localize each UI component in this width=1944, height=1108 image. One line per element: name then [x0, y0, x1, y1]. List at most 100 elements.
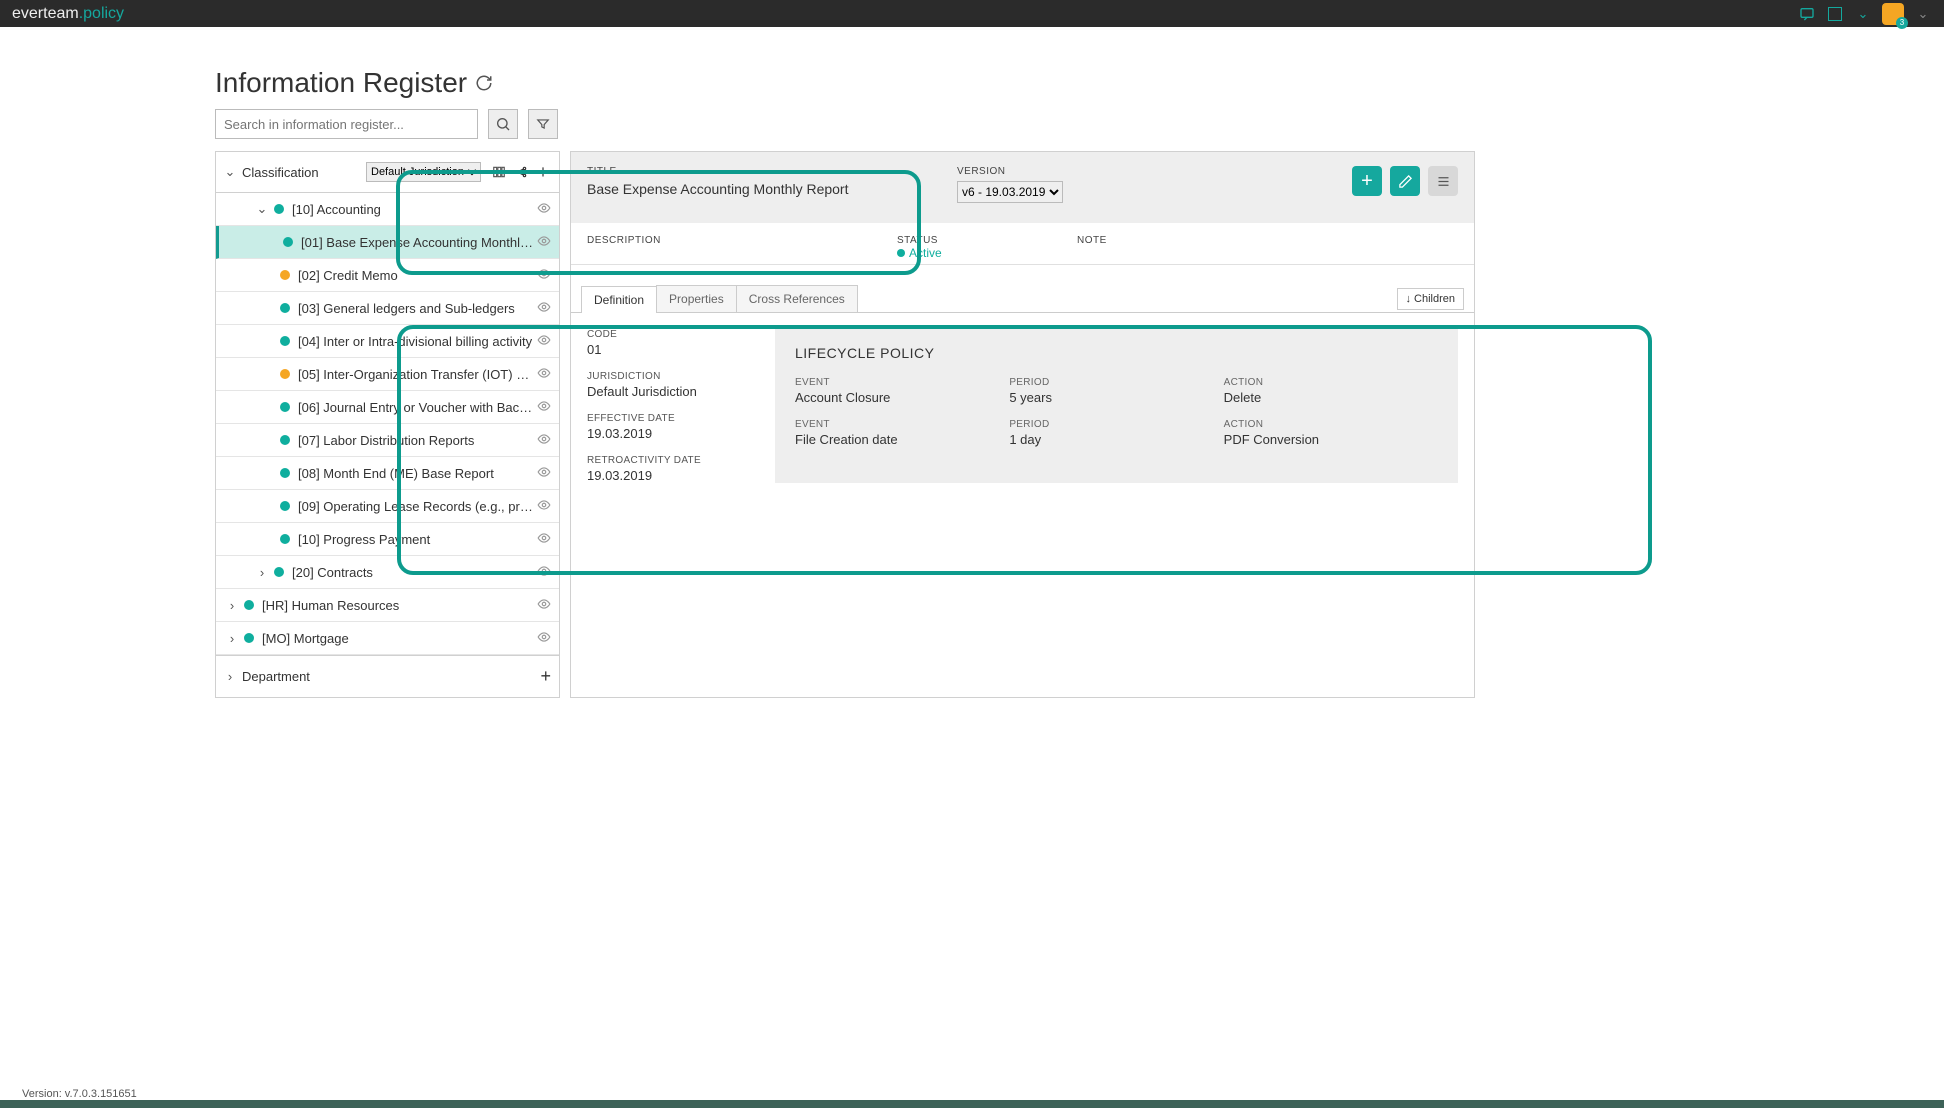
eye-icon[interactable] — [537, 564, 553, 580]
tree-label: [09] Operating Lease Records (e.g., prop… — [298, 499, 533, 514]
classification-sidebar: ⌄ Classification Default Jurisdiction + … — [215, 151, 560, 698]
tree-item[interactable]: [03] General ledgers and Sub-ledgers — [216, 292, 559, 325]
chevron-down-icon[interactable]: ⌄ — [224, 166, 236, 178]
tree-item[interactable]: [07] Labor Distribution Reports — [216, 424, 559, 457]
title-label: TITLE — [587, 166, 917, 177]
chevron-down-icon[interactable]: ⌄ — [1914, 5, 1932, 23]
effective-date-label: EFFECTIVE DATE — [587, 413, 747, 424]
eye-icon[interactable] — [537, 432, 553, 448]
tree-item[interactable]: [04] Inter or Intra-divisional billing a… — [216, 325, 559, 358]
tree-item[interactable]: [06] Journal Entry or Voucher with Backu… — [216, 391, 559, 424]
chevron-right-icon[interactable]: › — [256, 566, 268, 578]
version-footer: Version: v.7.0.3.151651 — [22, 1088, 137, 1100]
code-label: CODE — [587, 329, 747, 340]
tree-label: [07] Labor Distribution Reports — [298, 433, 533, 448]
columns-icon[interactable] — [491, 164, 507, 180]
tree-node-department[interactable]: › Department + — [216, 655, 559, 697]
version-select[interactable]: v6 - 19.03.2019 — [957, 181, 1063, 203]
tree-label: [08] Month End (ME) Base Report — [298, 466, 533, 481]
tree-item[interactable]: [02] Credit Memo — [216, 259, 559, 292]
code-value: 01 — [587, 342, 747, 357]
eye-icon[interactable] — [537, 333, 553, 349]
tree-label: [MO] Mortgage — [262, 631, 533, 646]
status-dot — [274, 567, 284, 577]
top-bar: everteam.policy ⌄ 3 ⌄ — [0, 0, 1944, 27]
search-input[interactable] — [215, 109, 478, 139]
window-icon[interactable] — [1826, 5, 1844, 23]
tree-item[interactable]: [05] Inter-Organization Transfer (IOT) D… — [216, 358, 559, 391]
tab-definition[interactable]: Definition — [581, 286, 657, 313]
brand-name: everteam — [12, 5, 79, 22]
bottom-bar — [0, 1100, 1944, 1108]
tree-node-contracts[interactable]: › [20] Contracts — [216, 556, 559, 589]
tree-label: [10] Accounting — [292, 202, 533, 217]
eye-icon[interactable] — [537, 234, 553, 250]
eye-icon[interactable] — [537, 630, 553, 646]
search-button[interactable] — [488, 109, 518, 139]
share-icon[interactable] — [513, 164, 529, 180]
tree-node-accounting[interactable]: ⌄ [10] Accounting — [216, 193, 559, 226]
status-dot — [244, 633, 254, 643]
tree-item[interactable]: [01] Base Expense Accounting Monthly Rep… — [216, 226, 559, 259]
effective-date-value: 19.03.2019 — [587, 426, 747, 441]
eye-icon[interactable] — [537, 498, 553, 514]
classification-header[interactable]: ⌄ Classification Default Jurisdiction + — [216, 152, 559, 193]
tree-label: [04] Inter or Intra-divisional billing a… — [298, 334, 533, 349]
status-value: Active — [897, 246, 1047, 260]
refresh-icon[interactable] — [475, 74, 493, 92]
eye-icon[interactable] — [537, 597, 553, 613]
tree-label: [20] Contracts — [292, 565, 533, 580]
menu-button[interactable] — [1428, 166, 1458, 196]
chevron-down-icon[interactable]: ⌄ — [1854, 5, 1872, 23]
tree-label: [03] General ledgers and Sub-ledgers — [298, 301, 533, 316]
add-button[interactable]: + — [1352, 166, 1382, 196]
eye-icon[interactable] — [537, 201, 553, 217]
filter-button[interactable] — [528, 109, 558, 139]
eye-icon[interactable] — [537, 465, 553, 481]
policy-row: EVENTFile Creation datePERIOD1 dayACTION… — [795, 419, 1438, 447]
eye-icon[interactable] — [537, 300, 553, 316]
status-dot — [280, 270, 290, 280]
tree-label: [01] Base Expense Accounting Monthly Rep… — [301, 235, 533, 250]
note-header: NOTE — [1077, 235, 1458, 246]
tree-node-mortgage[interactable]: › [MO] Mortgage — [216, 622, 559, 655]
retroactivity-date-label: RETROACTIVITY DATE — [587, 455, 747, 466]
status-dot — [280, 369, 290, 379]
status-dot — [280, 435, 290, 445]
page-title: Information Register — [215, 67, 1475, 99]
add-icon[interactable]: + — [535, 164, 551, 180]
status-dot — [244, 600, 254, 610]
chevron-right-icon[interactable]: › — [224, 671, 236, 683]
chat-icon[interactable] — [1798, 5, 1816, 23]
eye-icon[interactable] — [537, 267, 553, 283]
eye-icon[interactable] — [537, 399, 553, 415]
avatar[interactable]: 3 — [1882, 3, 1904, 25]
jurisdiction-label: JURISDICTION — [587, 371, 747, 382]
status-dot — [283, 237, 293, 247]
add-icon[interactable]: + — [540, 666, 551, 687]
policy-row: EVENTAccount ClosurePERIOD5 yearsACTIOND… — [795, 377, 1438, 405]
chevron-down-icon[interactable]: ⌄ — [256, 203, 268, 215]
chevron-right-icon[interactable]: › — [226, 599, 238, 611]
tree-item[interactable]: [09] Operating Lease Records (e.g., prop… — [216, 490, 559, 523]
tree-node-hr[interactable]: › [HR] Human Resources — [216, 589, 559, 622]
eye-icon[interactable] — [537, 366, 553, 382]
tree-item[interactable]: [10] Progress Payment — [216, 523, 559, 556]
tree-item[interactable]: [08] Month End (ME) Base Report — [216, 457, 559, 490]
status-dot — [280, 303, 290, 313]
tab-cross-references[interactable]: Cross References — [736, 285, 858, 312]
classification-label: Classification — [242, 165, 319, 180]
status-dot — [280, 468, 290, 478]
jurisdiction-select[interactable]: Default Jurisdiction — [366, 162, 481, 182]
children-button[interactable]: ↓ Children — [1397, 288, 1464, 310]
eye-icon[interactable] — [537, 531, 553, 547]
edit-button[interactable] — [1390, 166, 1420, 196]
status-dot — [280, 336, 290, 346]
chevron-right-icon[interactable]: › — [226, 632, 238, 644]
tab-properties[interactable]: Properties — [656, 285, 737, 312]
detail-panel: TITLE Base Expense Accounting Monthly Re… — [570, 151, 1475, 698]
version-label: VERSION — [957, 166, 1063, 177]
tree-label: [10] Progress Payment — [298, 532, 533, 547]
tree-label: [05] Inter-Organization Transfer (IOT) D… — [298, 367, 533, 382]
avatar-badge: 3 — [1896, 17, 1908, 29]
